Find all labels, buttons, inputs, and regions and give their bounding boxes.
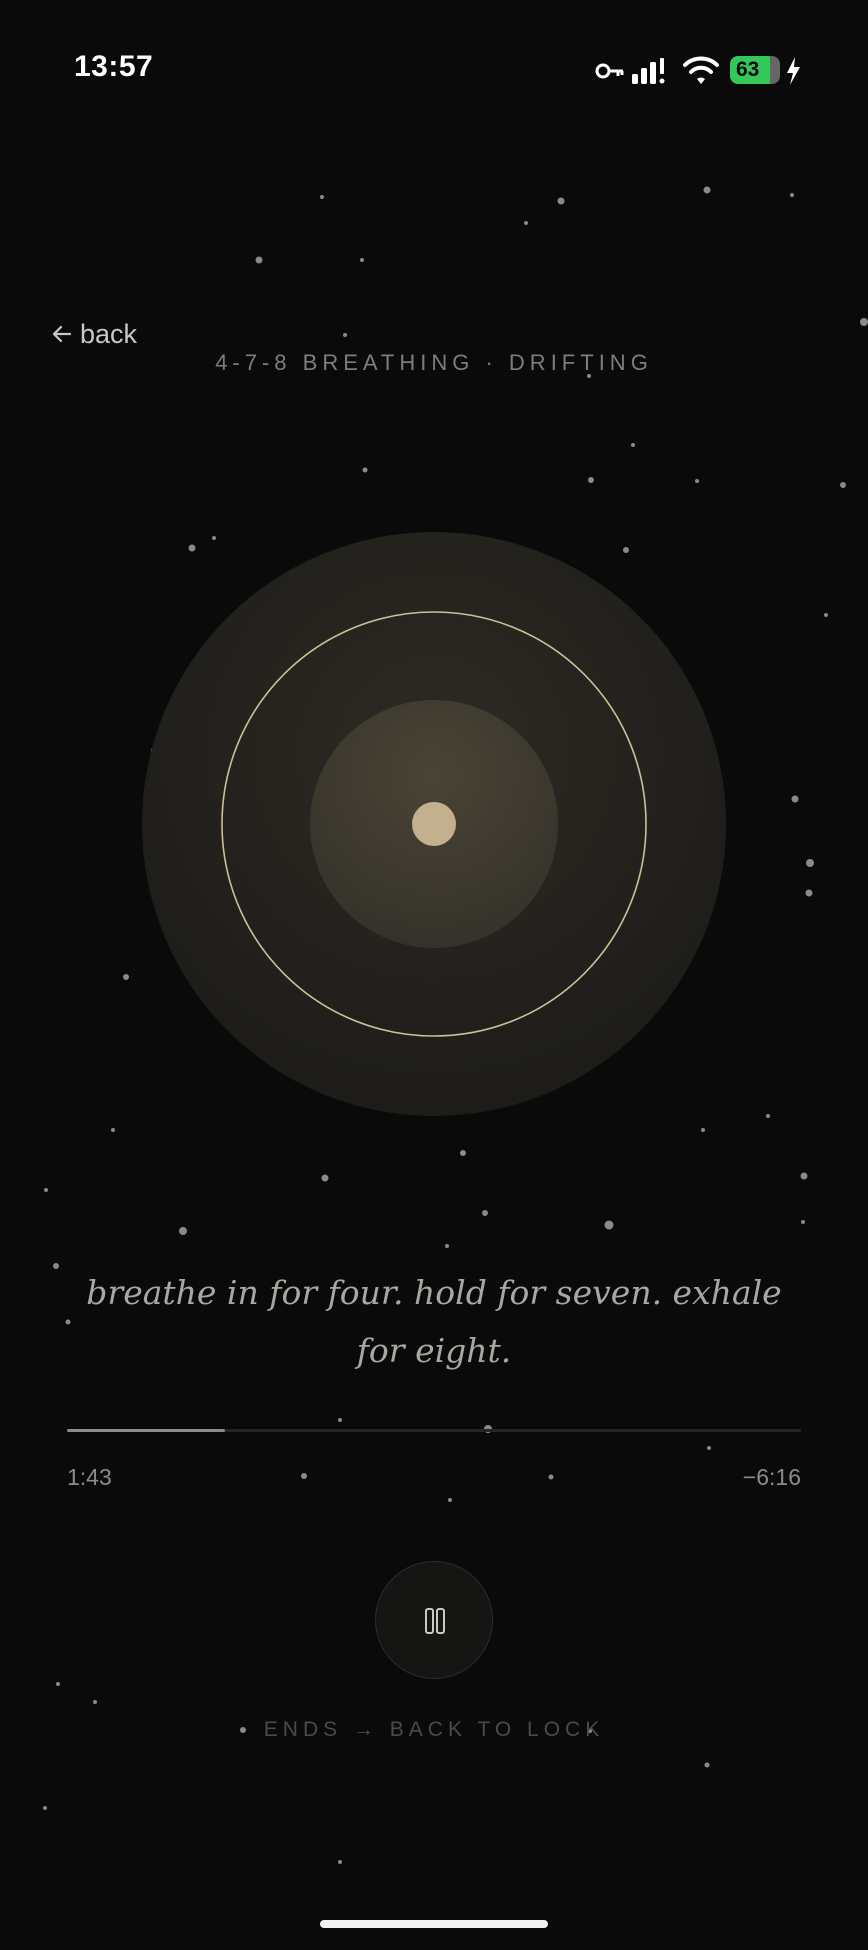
status-time: 13:57 xyxy=(74,50,154,83)
back-label: back xyxy=(80,318,138,349)
battery-empty-segment xyxy=(770,56,780,84)
wifi-icon xyxy=(683,56,719,84)
charging-bolt-icon xyxy=(787,57,800,85)
pause-button[interactable] xyxy=(375,1561,493,1679)
home-indicator[interactable] xyxy=(320,1920,548,1928)
orb-core xyxy=(412,802,456,846)
status-icons: 63 xyxy=(594,54,804,88)
pause-icon xyxy=(425,1608,445,1634)
status-bar: 13:57 63 xyxy=(0,0,868,140)
arrow-left-icon xyxy=(52,325,72,343)
session-title: 4-7-8 BREATHING · DRIFTING xyxy=(215,350,653,375)
vpn-key-icon xyxy=(595,63,624,79)
cellular-signal-icon xyxy=(632,58,665,84)
time-elapsed: 1:43 xyxy=(67,1464,112,1490)
progress-fill xyxy=(67,1429,225,1432)
breathing-instruction: breathe in for four. hold for seven. exh… xyxy=(86,1273,782,1370)
breathing-orb xyxy=(140,530,728,1118)
back-button[interactable]: back xyxy=(50,314,137,354)
progress-track[interactable] xyxy=(67,1429,801,1432)
time-remaining: −6:16 xyxy=(742,1464,801,1490)
session-end-note: ENDS → BACK TO LOCK xyxy=(263,1718,605,1741)
